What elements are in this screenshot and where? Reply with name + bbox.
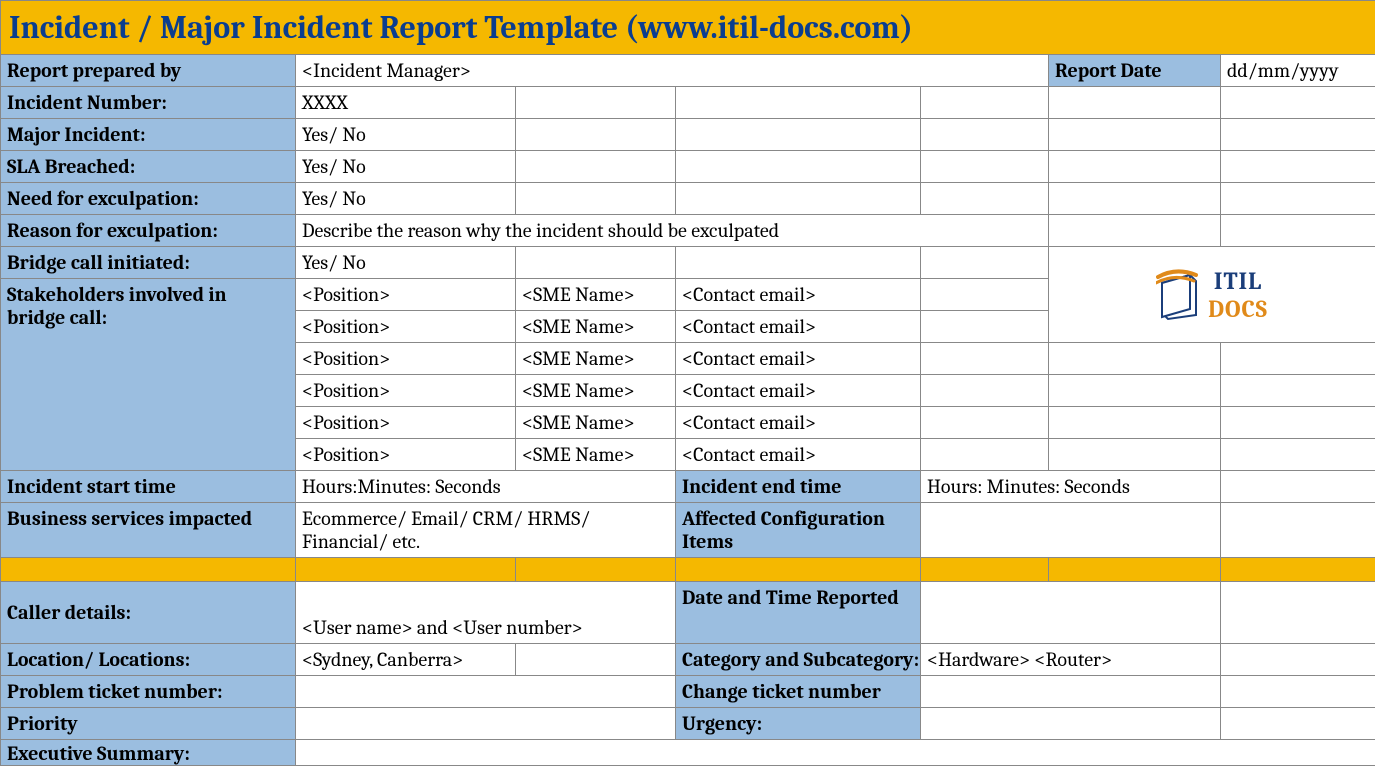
bridge-call-label: Bridge call initiated: <box>1 247 296 279</box>
stakeholder-position: <Position> <box>296 375 516 407</box>
incident-start-label: Incident start time <box>1 471 296 503</box>
stakeholder-position: <Position> <box>296 407 516 439</box>
stakeholder-email: <Contact email> <box>676 439 921 471</box>
stakeholder-sme: <SME Name> <box>516 279 676 311</box>
stakeholder-position: <Position> <box>296 311 516 343</box>
incident-end-label: Incident end time <box>676 471 921 503</box>
major-incident-value: Yes/ No <box>296 119 516 151</box>
stakeholder-sme: <SME Name> <box>516 311 676 343</box>
exec-summary-label: Executive Summary: <box>1 740 296 766</box>
stakeholder-position: <Position> <box>296 439 516 471</box>
incident-number-value: XXXX <box>296 87 516 119</box>
row-need-exculpation: Need for exculpation: Yes/ No <box>1 183 1375 215</box>
stakeholder-email: <Contact email> <box>676 407 921 439</box>
row-business-services: Business services impacted Ecommerce/ Em… <box>1 503 1375 558</box>
date-time-reported-label: Date and Time Reported <box>676 582 921 644</box>
business-services-label: Business services impacted <box>1 503 296 558</box>
title-row: Incident / Major Incident Report Templat… <box>1 1 1375 55</box>
change-ticket-label: Change ticket number <box>676 676 921 708</box>
row-caller-details: Caller details: <User name> and <User nu… <box>1 582 1375 644</box>
problem-ticket-label: Problem ticket number: <box>1 676 296 708</box>
incident-end-value: Hours: Minutes: Seconds <box>921 471 1221 503</box>
report-prepared-by-value: <Incident Manager> <box>296 55 1049 87</box>
row-incident-times: Incident start time Hours:Minutes: Secon… <box>1 471 1375 503</box>
stakeholder-sme: <SME Name> <box>516 343 676 375</box>
stakeholder-email: <Contact email> <box>676 375 921 407</box>
caller-details-value: <User name> and <User number> <box>296 582 676 644</box>
caller-details-label: Caller details: <box>1 582 296 644</box>
stakeholder-sme: <SME Name> <box>516 375 676 407</box>
row-reason-exculpation: Reason for exculpation: Describe the rea… <box>1 215 1375 247</box>
document-title: Incident / Major Incident Report Templat… <box>1 1 1375 55</box>
row-location: Location/ Locations: <Sydney, Canberra> … <box>1 644 1375 676</box>
affected-ci-label: Affected Configuration Items <box>676 503 921 558</box>
stakeholder-email: <Contact email> <box>676 311 921 343</box>
stakeholder-sme: <SME Name> <box>516 407 676 439</box>
incident-number-label: Incident Number: <box>1 87 296 119</box>
sla-breached-label: SLA Breached: <box>1 151 296 183</box>
logo-text-docs: DOCS <box>1208 295 1268 323</box>
bridge-call-value: Yes/ No <box>296 247 516 279</box>
itil-docs-logo-icon <box>1156 269 1202 321</box>
row-bridge-call: Bridge call initiated: Yes/ No ITIL DOCS <box>1 247 1375 279</box>
category-label: Category and Subcategory: <box>676 644 921 676</box>
stakeholder-email: <Contact email> <box>676 279 921 311</box>
incident-report-table: Incident / Major Incident Report Templat… <box>0 0 1375 766</box>
priority-label: Priority <box>1 708 296 740</box>
location-label: Location/ Locations: <box>1 644 296 676</box>
reason-exculpation-value: Describe the reason why the incident sho… <box>296 215 1049 247</box>
category-value: <Hardware> <Router> <box>921 644 1221 676</box>
urgency-label: Urgency: <box>676 708 921 740</box>
need-exculpation-value: Yes/ No <box>296 183 516 215</box>
separator-row <box>1 558 1375 582</box>
reason-exculpation-label: Reason for exculpation: <box>1 215 296 247</box>
major-incident-label: Major Incident: <box>1 119 296 151</box>
need-exculpation-label: Need for exculpation: <box>1 183 296 215</box>
report-date-value: dd/mm/yyyy <box>1221 55 1375 87</box>
row-report-prepared: Report prepared by <Incident Manager> Re… <box>1 55 1375 87</box>
report-date-label: Report Date <box>1049 55 1221 87</box>
stakeholder-position: <Position> <box>296 343 516 375</box>
report-prepared-by-label: Report prepared by <box>1 55 296 87</box>
row-problem-ticket: Problem ticket number: Change ticket num… <box>1 676 1375 708</box>
stakeholder-position: <Position> <box>296 279 516 311</box>
sla-breached-value: Yes/ No <box>296 151 516 183</box>
stakeholder-sme: <SME Name> <box>516 439 676 471</box>
stakeholders-label: Stakeholders involved in bridge call: <box>1 279 296 471</box>
location-value: <Sydney, Canberra> <box>296 644 516 676</box>
row-exec-summary: Executive Summary: <box>1 740 1375 766</box>
logo-cell: ITIL DOCS <box>1049 247 1375 343</box>
business-services-value: Ecommerce/ Email/ CRM/ HRMS/ Financial/ … <box>296 503 676 558</box>
row-major-incident: Major Incident: Yes/ No <box>1 119 1375 151</box>
stakeholder-email: <Contact email> <box>676 343 921 375</box>
row-sla-breached: SLA Breached: Yes/ No <box>1 151 1375 183</box>
row-priority: Priority Urgency: <box>1 708 1375 740</box>
logo-text-itil: ITIL <box>1214 267 1262 295</box>
row-incident-number: Incident Number: XXXX <box>1 87 1375 119</box>
incident-start-value: Hours:Minutes: Seconds <box>296 471 676 503</box>
